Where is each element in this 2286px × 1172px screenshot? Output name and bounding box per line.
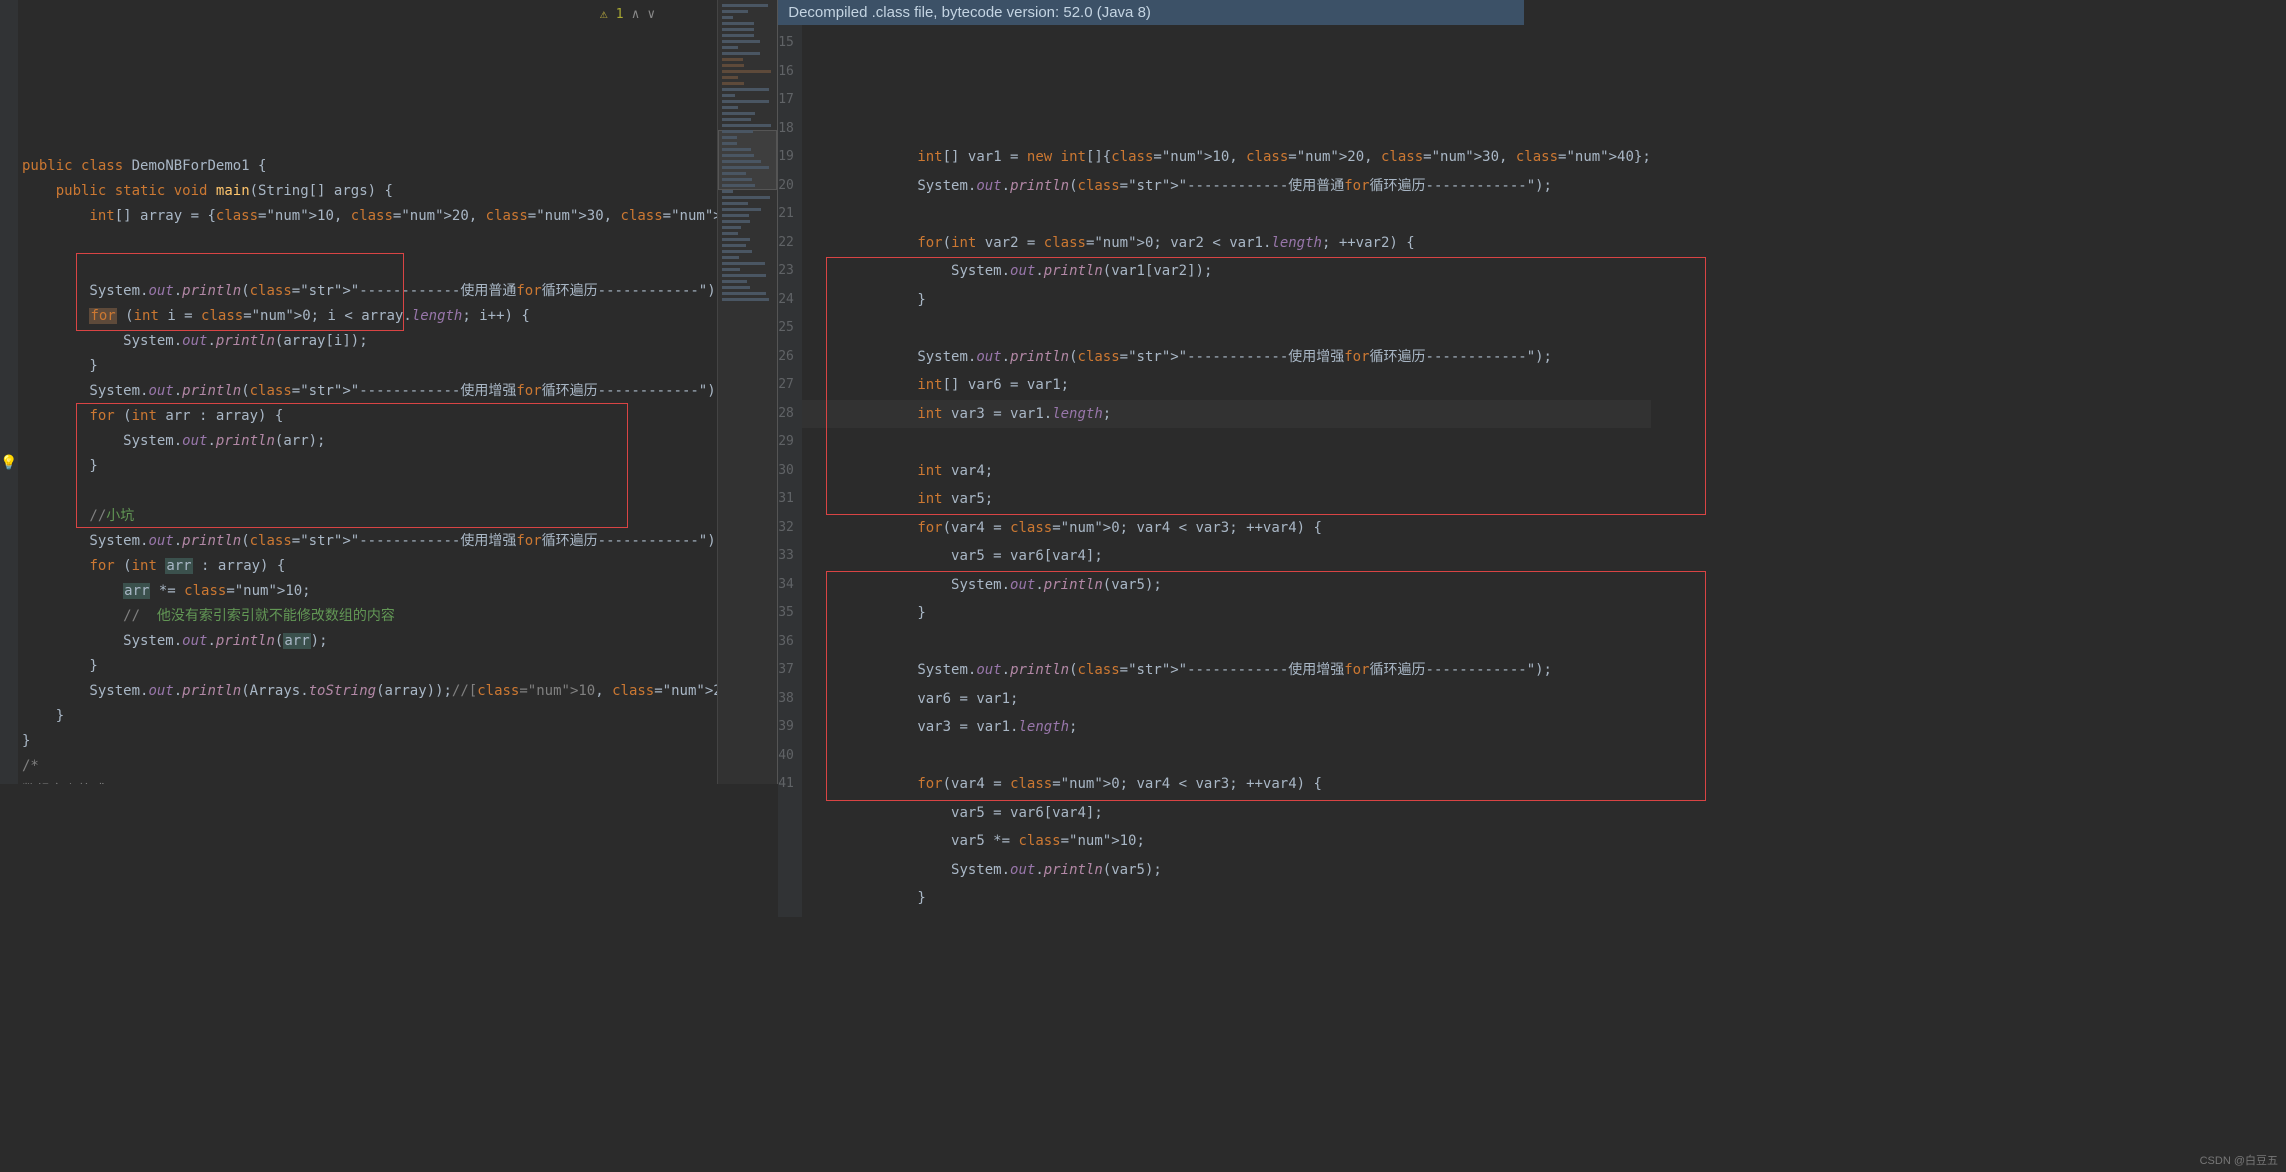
- line-number: 20: [778, 172, 794, 201]
- intention-bulb-icon[interactable]: 💡: [0, 455, 17, 471]
- code-line: }: [18, 654, 717, 679]
- line-number: 28: [778, 400, 794, 429]
- code-line: for (int arr : array) {: [18, 554, 717, 579]
- line-number: 33: [778, 542, 794, 571]
- code-line: System.out.println(class="str">"--------…: [18, 279, 717, 304]
- code-line: int[] var1 = new int[]{class="num">10, c…: [802, 143, 1651, 172]
- code-line: System.out.println(class="str">"--------…: [18, 529, 717, 554]
- code-line: [802, 200, 1651, 229]
- code-line: System.out.println(class="str">"--------…: [802, 656, 1651, 685]
- line-number: 36: [778, 628, 794, 657]
- code-line: }: [18, 354, 717, 379]
- line-number: 41: [778, 770, 794, 799]
- code-line: }: [802, 884, 1651, 913]
- code-line: [802, 428, 1651, 457]
- line-number: 17: [778, 86, 794, 115]
- code-line: [802, 314, 1651, 343]
- line-number: 39: [778, 713, 794, 742]
- prev-highlight-icon[interactable]: ∧: [632, 2, 640, 27]
- line-number: 31: [778, 485, 794, 514]
- code-line: [18, 479, 717, 504]
- code-line: for (int arr : array) {: [18, 404, 717, 429]
- code-line: System.out.println(arr);: [18, 629, 717, 654]
- code-line: for(var4 = class="num">0; var4 < var3; +…: [802, 514, 1651, 543]
- minimap[interactable]: [717, 0, 777, 784]
- line-number-gutter: 1516171819202122232425262728293031323334…: [778, 25, 802, 917]
- warning-icon: ⚠: [600, 2, 608, 27]
- right-code-area[interactable]: int[] var1 = new int[]{class="num">10, c…: [802, 25, 1651, 917]
- code-line: for(int var2 = class="num">0; var2 < var…: [802, 229, 1651, 258]
- code-line: int var5;: [802, 485, 1651, 514]
- code-line: System.out.println(arr);: [18, 429, 717, 454]
- code-line: [802, 628, 1651, 657]
- code-line: //小坑: [18, 504, 717, 529]
- line-number: 24: [778, 286, 794, 315]
- code-line: var6 = var1;: [802, 685, 1651, 714]
- code-line: for(var4 = class="num">0; var4 < var3; +…: [802, 770, 1651, 799]
- next-highlight-icon[interactable]: ∨: [647, 2, 655, 27]
- code-line: int var4;: [802, 457, 1651, 486]
- line-number: 15: [778, 29, 794, 58]
- line-number: 29: [778, 428, 794, 457]
- code-line: [802, 742, 1651, 771]
- line-number: 34: [778, 571, 794, 600]
- line-number: 26: [778, 343, 794, 372]
- code-line: System.out.println(var1[var2]);: [802, 257, 1651, 286]
- code-line: var3 = var1.length;: [802, 713, 1651, 742]
- line-number: 16: [778, 58, 794, 87]
- right-editor-pane: Decompiled .class file, bytecode version…: [777, 0, 1524, 784]
- code-line: }: [802, 286, 1651, 315]
- line-number: 18: [778, 115, 794, 144]
- line-number: 21: [778, 200, 794, 229]
- watermark: CSDN @白豆五: [2200, 1152, 2278, 1168]
- decompiled-banner: Decompiled .class file, bytecode version…: [778, 0, 1524, 25]
- code-line: public static void main(String[] args) {: [18, 179, 717, 204]
- code-line: }: [802, 599, 1651, 628]
- code-line: int[] array = {class="num">10, class="nu…: [18, 204, 717, 229]
- code-line: System.out.println(var5);: [802, 856, 1651, 885]
- code-line: public class DemoNBForDemo1 {: [18, 154, 717, 179]
- code-line: System.out.println(Arrays.toString(array…: [18, 679, 717, 704]
- line-number: 27: [778, 371, 794, 400]
- code-line: [18, 229, 717, 254]
- code-line: System.out.println(class="str">"--------…: [802, 172, 1651, 201]
- line-number: 19: [778, 143, 794, 172]
- code-line: }: [18, 704, 717, 729]
- code-line: 数组定义格式:: [18, 779, 717, 784]
- code-line: int var3 = var1.length;: [802, 400, 1651, 429]
- line-number: 32: [778, 514, 794, 543]
- inspection-toolbar: ⚠ 1 ∧ ∨: [600, 2, 655, 27]
- code-line: }: [18, 729, 717, 754]
- line-number: 25: [778, 314, 794, 343]
- line-number: 35: [778, 599, 794, 628]
- code-line: var5 = var6[var4];: [802, 542, 1651, 571]
- code-line: System.out.println(class="str">"--------…: [18, 379, 717, 404]
- code-line: System.out.println(class="str">"--------…: [802, 343, 1651, 372]
- code-line: /*: [18, 754, 717, 779]
- code-line: var5 *= class="num">10;: [802, 827, 1651, 856]
- code-line: arr *= class="num">10;: [18, 579, 717, 604]
- code-line: int[] var6 = var1;: [802, 371, 1651, 400]
- left-code-area[interactable]: ⚠ 1 ∧ ∨ public class DemoNBForDemo1 { pu…: [18, 0, 717, 784]
- line-number: 40: [778, 742, 794, 771]
- line-number: 30: [778, 457, 794, 486]
- line-number: 22: [778, 229, 794, 258]
- code-line: var5 = var6[var4];: [802, 799, 1651, 828]
- code-line: System.out.println(array[i]);: [18, 329, 717, 354]
- warning-count: 1: [616, 2, 624, 27]
- line-number: 37: [778, 656, 794, 685]
- code-line: for (int i = class="num">0; i < array.le…: [18, 304, 717, 329]
- line-number: 23: [778, 257, 794, 286]
- code-line: [18, 254, 717, 279]
- line-number: 38: [778, 685, 794, 714]
- code-line: }: [18, 454, 717, 479]
- code-line: // 他没有索引索引就不能修改数组的内容: [18, 604, 717, 629]
- left-gutter: 💡: [0, 0, 18, 784]
- left-editor-pane: 💡 ⚠ 1 ∧ ∨ public class DemoNBForDemo1 { …: [0, 0, 777, 784]
- code-line: System.out.println(var5);: [802, 571, 1651, 600]
